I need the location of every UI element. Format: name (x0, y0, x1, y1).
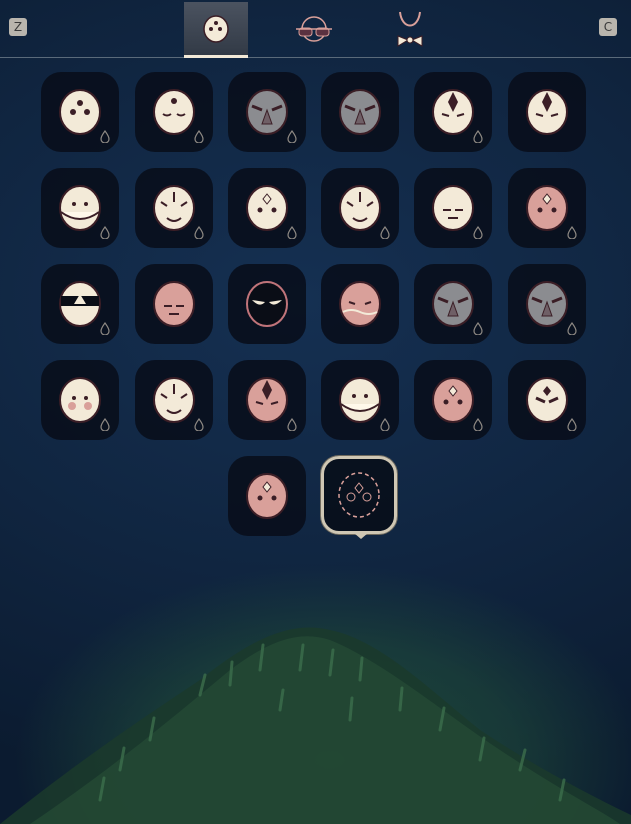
droplet-icon (287, 418, 297, 431)
droplet-icon (380, 418, 390, 431)
dotted-mask-icon (59, 89, 101, 135)
droplet-icon (100, 226, 110, 239)
owl-mask-icon (153, 185, 195, 231)
droplet-icon (567, 418, 577, 431)
mask-slot[interactable] (414, 360, 492, 440)
droplet-icon (287, 130, 297, 143)
beaked-grey-mask-icon (432, 281, 474, 327)
bandana-mask-icon (59, 185, 101, 231)
prev-category-key[interactable]: Z (9, 18, 27, 36)
plain-mask-icon (432, 185, 474, 231)
selection-caret (354, 533, 368, 539)
mask-slot[interactable] (135, 264, 213, 344)
mask-slot[interactable] (508, 72, 586, 152)
mask-slot[interactable] (41, 264, 119, 344)
droplet-icon (194, 226, 204, 239)
star-pink-mask-icon (432, 377, 474, 423)
droplet-icon (567, 226, 577, 239)
calm-pink-mask-icon (153, 281, 195, 327)
mask-slot[interactable] (41, 168, 119, 248)
droplet-icon (473, 130, 483, 143)
mask-slot[interactable] (135, 72, 213, 152)
glasses-icon (296, 15, 332, 42)
mask-slot[interactable] (321, 456, 397, 534)
crested-mask-icon (526, 89, 568, 135)
angry-mask-icon (526, 377, 568, 423)
mask-slot[interactable] (508, 360, 586, 440)
hooded-mask-icon (246, 89, 288, 135)
category-bar: Z C (0, 0, 631, 58)
cape-tab[interactable] (378, 2, 442, 57)
flower-mask-icon (339, 377, 381, 423)
droplet-icon (100, 322, 110, 335)
necklace-icon (397, 11, 423, 47)
no-mask-icon (338, 472, 380, 518)
droplet-icon (100, 418, 110, 431)
mask-slot[interactable] (508, 264, 586, 344)
mask-slot[interactable] (414, 168, 492, 248)
droplet-icon (100, 130, 110, 143)
hair-tab[interactable] (282, 2, 346, 57)
mask-slot[interactable] (228, 360, 306, 440)
mask-slot[interactable] (228, 168, 306, 248)
mask-tab[interactable] (184, 2, 248, 58)
wavy-pink-mask-icon (339, 281, 381, 327)
vulture-mask-icon (526, 281, 568, 327)
droplet-icon (287, 226, 297, 239)
blush-mask-icon (59, 377, 101, 423)
feather-crown-mask-icon (339, 185, 381, 231)
visor-mask-icon (59, 281, 101, 327)
mask-slot[interactable] (135, 360, 213, 440)
mask-slot[interactable] (228, 72, 306, 152)
mossy-hill (0, 627, 631, 824)
droplet-icon (473, 226, 483, 239)
mask-slot[interactable] (508, 168, 586, 248)
mask-slot[interactable] (414, 264, 492, 344)
dark-eyes-mask-icon (246, 281, 288, 327)
diamond-bird-mask-icon (246, 185, 288, 231)
tiger-mask-icon (153, 377, 195, 423)
next-category-key[interactable]: C (599, 18, 617, 36)
horned-demon-mask-icon (339, 89, 381, 135)
droplet-icon (380, 226, 390, 239)
droplet-icon (194, 130, 204, 143)
droplet-icon (567, 322, 577, 335)
mask-slot[interactable] (41, 72, 119, 152)
droplet-icon (473, 418, 483, 431)
mask-slot[interactable] (321, 360, 399, 440)
mask-slot[interactable] (321, 72, 399, 152)
mask-slot[interactable] (321, 264, 399, 344)
mask-icon (203, 14, 229, 43)
mask-slot[interactable] (414, 72, 492, 152)
mask-slot[interactable] (228, 456, 306, 536)
pink-gem-mask-icon (526, 185, 568, 231)
mask-slot[interactable] (228, 264, 306, 344)
droplet-icon (194, 418, 204, 431)
spotted-pink-mask-icon (246, 473, 288, 519)
antler-mask-icon (246, 377, 288, 423)
mask-slot[interactable] (41, 360, 119, 440)
mask-slot[interactable] (135, 168, 213, 248)
mask-slot[interactable] (321, 168, 399, 248)
tall-oni-mask-icon (432, 89, 474, 135)
sleepy-sparkle-mask-icon (153, 89, 195, 135)
droplet-icon (473, 322, 483, 335)
